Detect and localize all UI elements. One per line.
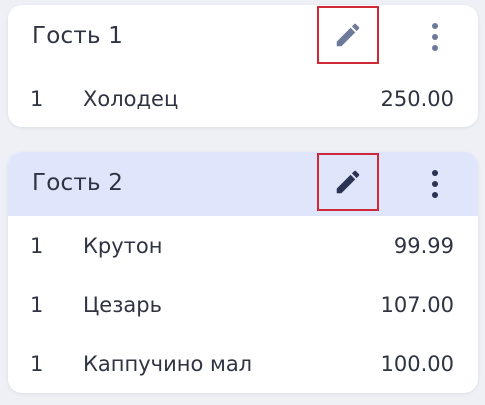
edit-guest-button[interactable] bbox=[317, 153, 379, 211]
item-name: Холодец bbox=[83, 87, 179, 111]
more-options-button[interactable] bbox=[418, 166, 452, 202]
item-quantity: 1 bbox=[30, 352, 44, 376]
order-item[interactable]: 1 Каппучино мал 100.00 bbox=[8, 334, 478, 393]
more-vertical-icon bbox=[432, 23, 438, 51]
item-quantity: 1 bbox=[30, 293, 44, 317]
item-quantity: 1 bbox=[30, 234, 44, 258]
item-quantity: 1 bbox=[30, 87, 44, 111]
guest-card-header-selected[interactable]: Гость 2 bbox=[8, 152, 478, 216]
order-items-list: 1 Холодец 250.00 bbox=[8, 69, 478, 127]
order-item[interactable]: 1 Цезарь 107.00 bbox=[8, 275, 478, 334]
order-item[interactable]: 1 Холодец 250.00 bbox=[8, 69, 478, 127]
pencil-icon bbox=[336, 170, 360, 194]
item-price: 107.00 bbox=[380, 293, 454, 317]
more-options-button[interactable] bbox=[418, 19, 452, 55]
item-name: Каппучино мал bbox=[83, 352, 253, 376]
pencil-icon bbox=[336, 23, 360, 47]
guest-card-2[interactable]: Гость 2 1 Крутон 99.99 1 Цезарь 107.00 1 bbox=[8, 152, 478, 393]
item-price: 99.99 bbox=[393, 234, 454, 258]
order-item[interactable]: 1 Крутон 99.99 bbox=[8, 216, 478, 275]
item-name: Цезарь bbox=[83, 293, 162, 317]
guest-name: Гость 1 bbox=[32, 23, 124, 49]
item-name: Крутон bbox=[83, 234, 163, 258]
edit-guest-button[interactable] bbox=[317, 6, 379, 64]
item-price: 250.00 bbox=[380, 87, 454, 111]
guest-name: Гость 2 bbox=[32, 170, 124, 196]
guest-card-1[interactable]: Гость 1 1 Холодец 250.00 bbox=[8, 5, 478, 127]
more-vertical-icon bbox=[432, 170, 438, 198]
item-price: 100.00 bbox=[380, 352, 454, 376]
order-items-list: 1 Крутон 99.99 1 Цезарь 107.00 1 Каппучи… bbox=[8, 216, 478, 393]
guest-card-header[interactable]: Гость 1 bbox=[8, 5, 478, 69]
